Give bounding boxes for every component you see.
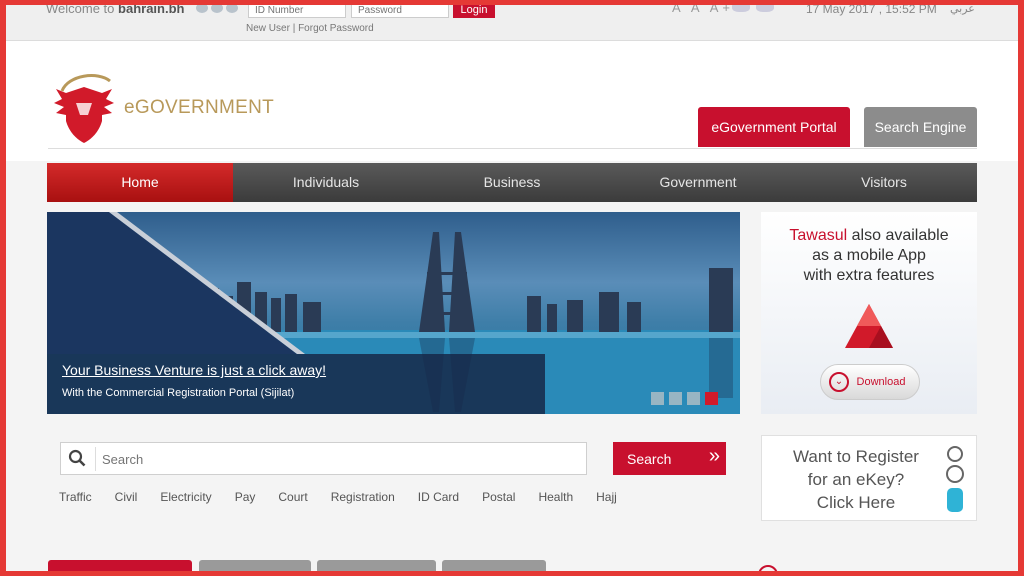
search-button-label: Search [627,450,672,467]
link-separator: | [292,23,296,34]
ekey-register-promo[interactable]: Want to Register for an eKey? Click Here [761,435,977,521]
welcome-site: bahrain.bh [118,5,185,16]
tawasul-name: Tawasul [789,227,848,244]
quick-link-hajj[interactable]: Hajj [596,490,617,504]
tawasul-text: Tawasul also available as a mobile App w… [761,226,977,286]
browser-viewport: Welcome to bahrain.bh Login New User | F… [6,5,1018,571]
nav-item-individuals[interactable]: Individuals [233,163,419,202]
slider-dot[interactable] [651,392,664,405]
search-box [60,442,587,475]
quick-link-pay[interactable]: Pay [235,490,256,504]
ekey-line3: Click Here [816,493,896,512]
quick-link-electricity[interactable]: Electricity [160,490,211,504]
bottom-tab[interactable] [48,560,192,571]
sitemap-icon[interactable] [756,5,774,12]
new-user-link[interactable]: New User [246,23,290,34]
password-input[interactable] [351,5,449,18]
quick-link-health[interactable]: Health [538,490,573,504]
banner-caption: Your Business Venture is just a click aw… [47,354,545,414]
login-button[interactable]: Login [453,5,495,18]
accessibility-icon[interactable] [732,5,750,12]
banner-title-link[interactable]: Your Business Venture is just a click aw… [62,362,326,378]
brand-title: eGOVERNMENT [124,97,275,118]
double-chevron-right-icon: » [708,445,720,467]
slider-dot[interactable] [687,392,700,405]
download-icon: ⌄ [829,372,849,392]
top-bar: Welcome to bahrain.bh Login New User | F… [6,5,1018,41]
nav-item-visitors[interactable]: Visitors [791,163,977,202]
slider-dots [651,392,718,405]
tawasul-line1-rest: also available [851,227,949,244]
font-size-controls[interactable]: A A A+ [672,5,734,15]
bahrain-emblem-icon[interactable] [48,69,118,149]
search-engine-button[interactable]: Search Engine [864,107,977,147]
search-icon [68,449,86,467]
download-button[interactable]: ⌄ Download [820,364,920,400]
ekey-line1: Want to Register [793,447,919,466]
ekey-text: Want to Register for an eKey? Click Here [776,445,936,514]
bottom-tab[interactable] [317,560,436,571]
slider-dot[interactable] [669,392,682,405]
forgot-password-link[interactable]: Forgot Password [298,23,374,34]
quick-link-civil[interactable]: Civil [115,490,138,504]
welcome-label: Welcome to [46,5,115,16]
nav-item-business[interactable]: Business [419,163,605,202]
quick-link-traffic[interactable]: Traffic [59,490,92,504]
social-icon[interactable] [226,5,238,13]
welcome-text: Welcome to bahrain.bh [46,5,184,16]
social-icon[interactable] [196,5,208,13]
follow-us-icon[interactable] [758,565,778,571]
slider-dot-active[interactable] [705,392,718,405]
ekey-icon [946,446,964,512]
main-nav: Home Individuals Business Government Vis… [47,163,977,202]
social-icons [196,5,238,13]
nav-item-home[interactable]: Home [47,163,233,202]
date-time: 17 May 2017 , 15:52 PM [806,5,937,16]
tawasul-line2: as a mobile App [812,247,926,264]
search-button[interactable]: Search » [613,442,726,475]
ekey-line2: for an eKey? [807,470,905,489]
hero-banner[interactable]: Your Business Venture is just a click aw… [47,212,740,414]
egovernment-portal-button[interactable]: eGovernment Portal [698,107,850,147]
header-divider [48,148,977,149]
language-switch[interactable]: عربي [950,5,975,15]
tawasul-promo[interactable]: Tawasul also available as a mobile App w… [761,212,977,414]
site-header: eGOVERNMENT eGovernment Portal Search En… [6,41,1018,161]
nav-item-government[interactable]: Government [605,163,791,202]
accessibility-icons [732,5,774,12]
user-links: New User | Forgot Password [246,23,374,34]
tawasul-line1: Tawasul also available [761,226,977,246]
download-label: Download [856,376,906,388]
search-input[interactable] [95,447,575,471]
tawasul-line3: with extra features [803,267,935,284]
quick-link-court[interactable]: Court [278,490,307,504]
quick-link-postal[interactable]: Postal [482,490,515,504]
banner-subtitle: With the Commercial Registration Portal … [62,387,295,399]
bottom-tab[interactable] [442,560,546,571]
tawasul-app-icon [845,304,893,348]
social-icon[interactable] [211,5,223,13]
bottom-tab[interactable] [199,560,311,571]
id-number-input[interactable] [248,5,346,18]
quick-links: Traffic Civil Electricity Pay Court Regi… [59,490,640,504]
quick-link-registration[interactable]: Registration [331,490,395,504]
quick-link-id-card[interactable]: ID Card [418,490,459,504]
